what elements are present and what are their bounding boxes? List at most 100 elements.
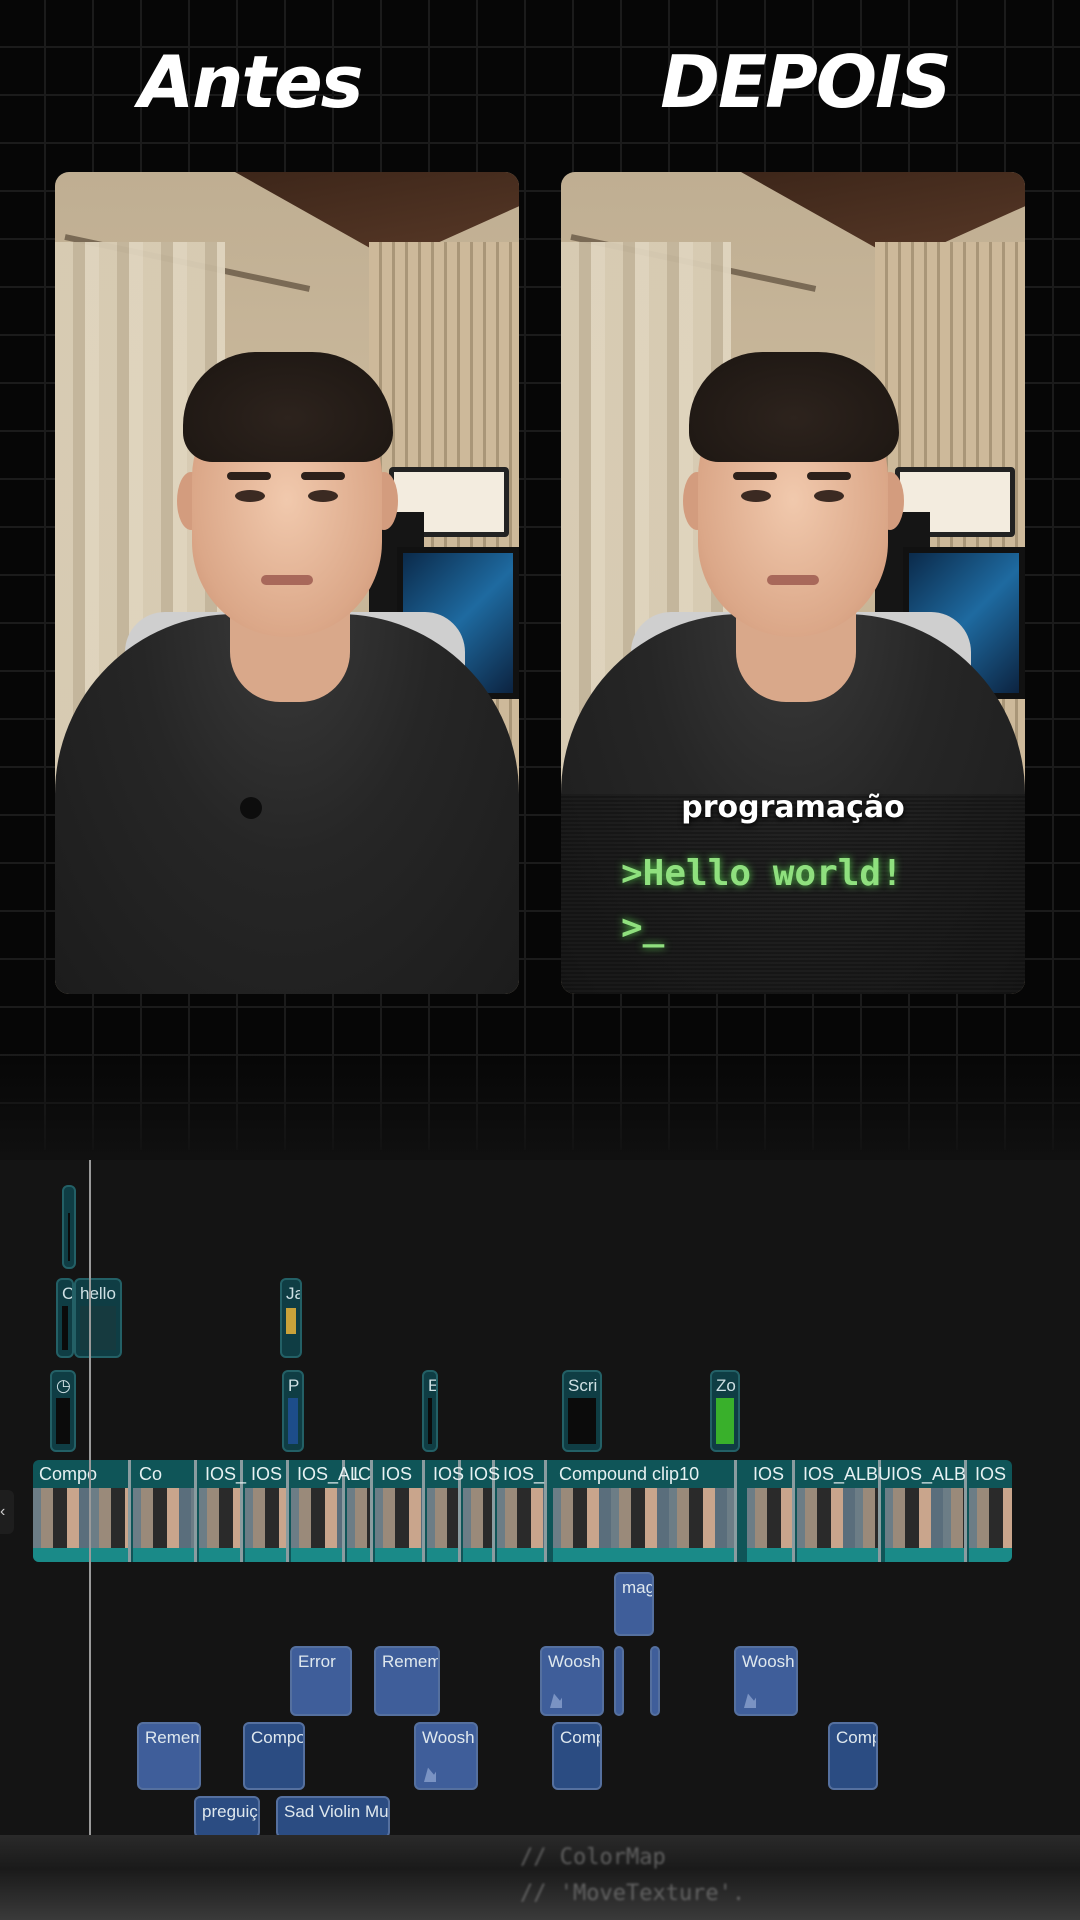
segment-thumbnails [497, 1488, 544, 1548]
clip-label: mag [622, 1578, 654, 1597]
audio-clip[interactable]: Error [290, 1646, 352, 1716]
segment-label: IOS [469, 1464, 501, 1484]
segment-thumbnails [885, 1488, 964, 1548]
audio-strip [347, 1548, 370, 1562]
audio-strip [33, 1548, 128, 1562]
segment-label: Compound clip10 [559, 1464, 700, 1484]
audio-clip[interactable] [614, 1646, 624, 1716]
audio-strip [797, 1548, 878, 1562]
heading-before: Antes [138, 40, 363, 124]
video-segment[interactable]: IOS_AL [291, 1460, 360, 1562]
timeline-clip[interactable]: hello [74, 1278, 122, 1358]
segment-label: IOS [433, 1464, 465, 1484]
video-segment[interactable]: IOS [375, 1460, 425, 1562]
eye [741, 490, 771, 502]
track-expand-handle[interactable]: ‹ [0, 1490, 14, 1534]
timeline-clip[interactable]: Ja [280, 1278, 302, 1358]
segment-thumbnails [463, 1488, 492, 1548]
waveform [424, 1765, 464, 1782]
video-segment[interactable]: IOS_ALB [885, 1460, 967, 1562]
audio-clip[interactable]: Compo [243, 1722, 305, 1790]
video-segment[interactable]: IC [347, 1460, 373, 1562]
blurred-line: // ColorMap [520, 1845, 666, 1870]
timeline-clip[interactable] [62, 1185, 76, 1269]
audio-clip[interactable]: Remem [374, 1646, 440, 1716]
clip-label: Error [298, 1652, 336, 1671]
video-segment[interactable]: IOS_ [497, 1460, 547, 1562]
clip-label: Ja [286, 1284, 300, 1303]
clip-label: Woosh [422, 1728, 475, 1747]
segment-thumbnails [553, 1488, 734, 1548]
video-segment[interactable]: IOS [245, 1460, 289, 1562]
clip-label: Comp [836, 1728, 878, 1747]
terminal-line: >Hello world! [621, 853, 903, 894]
clip-label: Woosh [548, 1652, 601, 1671]
video-segment[interactable]: IOS_ [199, 1460, 247, 1562]
timeline-clip[interactable]: E [422, 1370, 438, 1452]
video-segment[interactable]: Compound clip10 [553, 1460, 737, 1562]
blurred-code-text: // ColorMap // 'MoveTexture'. [520, 1840, 745, 1912]
segment-thumbnails [797, 1488, 878, 1548]
mouth [767, 575, 819, 585]
video-segment[interactable]: Co [133, 1460, 197, 1562]
timeline-clip-icon: ◷ [56, 1376, 71, 1395]
audio-strip [969, 1548, 1012, 1562]
audio-clip[interactable]: Remem [137, 1722, 201, 1790]
eye [308, 490, 338, 502]
clip-label: preguiç [202, 1802, 258, 1821]
audio-clip[interactable]: Woosh [540, 1646, 604, 1716]
audio-clip[interactable]: preguiç [194, 1796, 260, 1838]
video-segment[interactable]: IOS [969, 1460, 1012, 1562]
segment-thumbnails [969, 1488, 1012, 1548]
clip-label: Woosh [742, 1652, 795, 1671]
video-segment[interactable]: IOS [463, 1460, 500, 1562]
hair [183, 352, 393, 462]
segment-thumbnails [33, 1488, 128, 1548]
eye [814, 490, 844, 502]
waveform [744, 1691, 784, 1708]
segment-thumbnails [747, 1488, 792, 1548]
audio-clip[interactable]: Comp [828, 1722, 878, 1790]
segment-thumbnails [427, 1488, 458, 1548]
segment-label: IOS_ [205, 1464, 247, 1484]
timeline-clip[interactable]: C [56, 1278, 74, 1358]
clip-label: Comp [560, 1728, 602, 1747]
audio-clip[interactable]: Comp [552, 1722, 602, 1790]
clip-label: hello [80, 1284, 116, 1303]
segment-label: IOS [251, 1464, 283, 1484]
eyebrow [227, 472, 271, 480]
hair [689, 352, 899, 462]
audio-strip [747, 1548, 792, 1562]
clip-label: Remem [145, 1728, 201, 1747]
subtitle-caption: programação [681, 790, 905, 825]
playhead[interactable] [89, 1160, 91, 1835]
audio-clip[interactable]: Woosh [414, 1722, 478, 1790]
timeline-clip[interactable]: P [282, 1370, 304, 1452]
audio-strip [885, 1548, 964, 1562]
audio-clip[interactable]: Woosh [734, 1646, 798, 1716]
clip-label: C [62, 1284, 74, 1303]
segment-thumbnails [199, 1488, 240, 1548]
segment-thumbnails [347, 1488, 370, 1548]
blurred-line: // 'MoveTexture'. [520, 1881, 746, 1906]
eyebrow [733, 472, 777, 480]
audio-strip [199, 1548, 240, 1562]
timeline-clip[interactable]: Zo [710, 1370, 740, 1452]
audio-clip[interactable]: Sad Violin Mu [276, 1796, 390, 1838]
clip-label: Zo [716, 1376, 736, 1395]
video-segment[interactable]: IOS [427, 1460, 465, 1562]
main-video-track[interactable]: Compo Co IOS_ IOS IOS_AL IC IOS IOS IOS … [33, 1460, 1012, 1562]
video-segment[interactable]: IOS [747, 1460, 795, 1562]
segment-label: Co [139, 1464, 163, 1484]
lavalier-mic [240, 797, 262, 819]
segment-thumbnails [245, 1488, 286, 1548]
video-segment[interactable]: IOS_ALBU [797, 1460, 891, 1562]
audio-clip[interactable]: mag [614, 1572, 654, 1636]
timeline-clip[interactable]: ◷ [50, 1370, 76, 1452]
audio-strip [553, 1548, 734, 1562]
audio-strip [133, 1548, 194, 1562]
terminal-text: >Hello world! >_ [621, 847, 903, 955]
video-segment[interactable]: Compo [33, 1460, 131, 1562]
timeline-clip[interactable]: Scri [562, 1370, 602, 1452]
audio-clip[interactable] [650, 1646, 660, 1716]
